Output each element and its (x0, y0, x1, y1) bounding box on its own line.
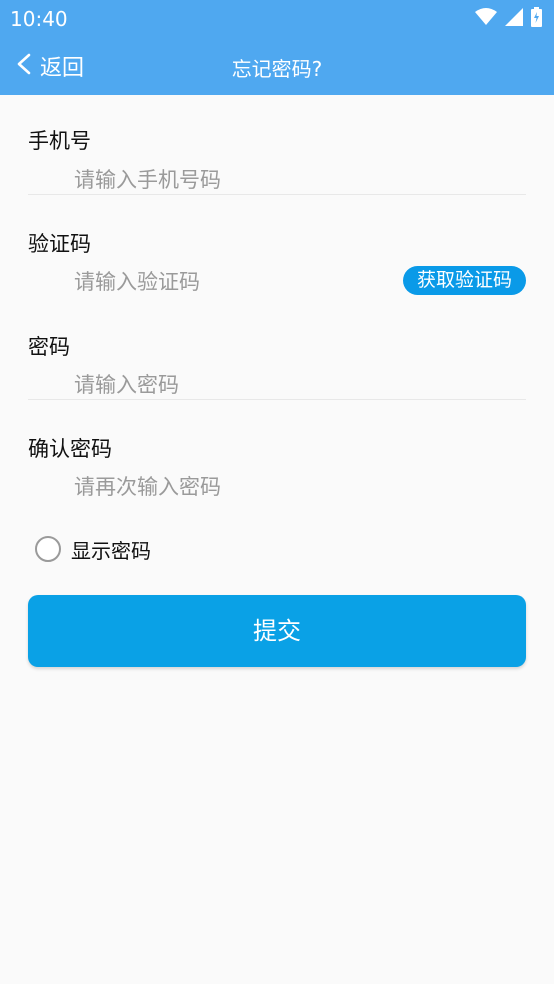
status-icons (475, 7, 542, 31)
confirm-password-label: 确认密码 (28, 437, 112, 461)
show-password-radio[interactable] (35, 536, 61, 562)
phone-input[interactable] (74, 163, 374, 197)
password-divider (28, 399, 526, 400)
password-input[interactable] (74, 368, 374, 402)
signal-icon (505, 8, 523, 30)
code-input[interactable] (74, 265, 374, 299)
phone-divider (28, 194, 526, 195)
phone-label: 手机号 (28, 129, 91, 153)
battery-icon (531, 7, 542, 31)
status-time: 10:40 (10, 7, 68, 31)
password-label: 密码 (28, 335, 70, 359)
confirm-password-input[interactable] (74, 470, 374, 504)
submit-button[interactable]: 提交 (28, 595, 526, 667)
show-password-toggle[interactable]: 显示密码 (35, 533, 151, 565)
status-bar: 10:40 (0, 0, 554, 38)
get-code-button[interactable]: 获取验证码 (403, 266, 526, 295)
title-bar: 返回 忘记密码? (0, 38, 554, 95)
code-label: 验证码 (28, 232, 91, 256)
wifi-icon (475, 8, 497, 30)
page-title: 忘记密码? (231, 57, 323, 81)
show-password-label: 显示密码 (71, 538, 151, 563)
